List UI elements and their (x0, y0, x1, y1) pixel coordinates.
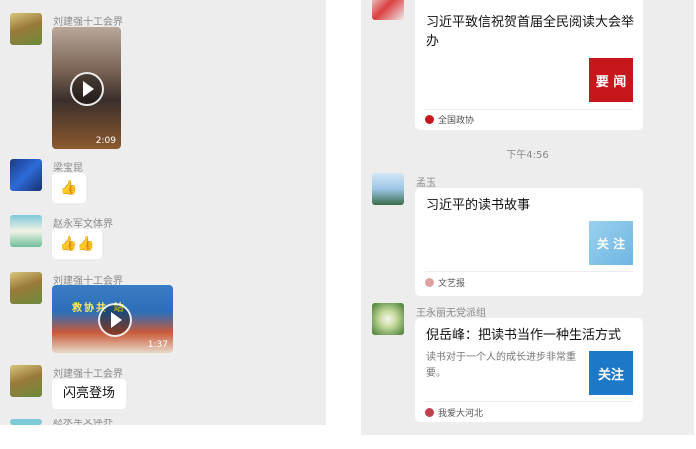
sender-name: 刘建强十工会界 (53, 17, 123, 28)
source-name: 全国政协 (438, 116, 475, 126)
sender-name: 赵永军文体界 (53, 419, 113, 425)
video-duration: 1:37 (147, 340, 168, 350)
card-divider (425, 401, 633, 402)
source-name: 我爱大河北 (438, 409, 484, 419)
chat-message: 赵永军文体界 👍👍 (0, 212, 326, 267)
card-divider (425, 109, 633, 110)
article-card[interactable]: 倪岳峰：把读书当作一种生活方式 读书对于一个人的成长进步非常重要。 关注 我爱大… (415, 318, 643, 422)
article-thumbnail: 关 注 (589, 221, 633, 265)
left-chat-panel: 刘建强十工会界 2:09 梁宝昆 👍 赵永军文体界 👍👍 刘建强十工会界 救协共… (0, 0, 326, 425)
chat-message: 刘建强十工会界 闪亮登场 (0, 362, 326, 412)
avatar[interactable] (10, 215, 42, 247)
thumbnail-text: 关 注 (596, 236, 626, 251)
sender-name: 王永丽无党派组 (416, 308, 486, 319)
sender-name: 赵永军文体界 (53, 219, 113, 230)
video-message[interactable]: 2:09 (52, 27, 121, 149)
thumbnail-text: 要 闻 (595, 74, 627, 90)
source-name: 文艺报 (438, 279, 466, 289)
avatar[interactable] (10, 272, 42, 304)
article-source: 全国政协 (425, 113, 474, 126)
play-icon[interactable] (98, 303, 132, 337)
avatar[interactable] (10, 419, 42, 425)
avatar[interactable] (372, 303, 404, 335)
article-source: 文艺报 (425, 276, 465, 289)
source-icon (425, 115, 434, 124)
sender-name: 孟玉 (416, 178, 436, 189)
source-icon (425, 408, 434, 417)
article-description: 读书对于一个人的成长进步非常重要。 (426, 352, 576, 379)
sender-name: 刘建强十工会界 (53, 369, 123, 380)
card-divider (425, 271, 633, 272)
play-icon[interactable] (70, 72, 104, 106)
article-card[interactable]: 习近平致信祝贺首届全民阅读大会举办 要 闻 全国政协 (415, 0, 643, 130)
article-title: 倪岳峰：把读书当作一种生活方式 (426, 328, 622, 343)
source-icon (425, 278, 434, 287)
emoji-bubble[interactable]: 👍 (52, 173, 86, 203)
timestamp: 下午4:56 (506, 150, 549, 161)
chat-message: 刘建强十工会界 救协共 站 1:37 (0, 269, 326, 359)
avatar[interactable] (372, 0, 404, 20)
avatar[interactable] (10, 365, 42, 397)
sender-name: 梁宝昆 (53, 163, 83, 174)
right-chat-panel: 习近平致信祝贺首届全民阅读大会举办 要 闻 全国政协 下午4:56 孟玉 习近平… (361, 0, 694, 435)
text-bubble[interactable]: 闪亮登场 (52, 379, 126, 409)
article-thumbnail: 关注 (589, 351, 633, 395)
thumbnail-text: 关注 (597, 367, 624, 383)
video-duration: 2:09 (95, 136, 116, 146)
article-title: 习近平致信祝贺首届全民阅读大会举办 (426, 15, 635, 49)
chat-message: 梁宝昆 👍 (0, 156, 326, 211)
article-thumbnail: 要 闻 (589, 58, 633, 102)
article-title: 习近平的读书故事 (426, 198, 531, 213)
avatar[interactable] (372, 173, 404, 205)
chat-message: 刘建强十工会界 2:09 (0, 0, 326, 160)
avatar[interactable] (10, 159, 42, 191)
video-message[interactable]: 救协共 站 1:37 (52, 285, 173, 353)
avatar[interactable] (10, 13, 42, 45)
emoji-bubble[interactable]: 👍👍 (52, 229, 102, 259)
article-source: 我爱大河北 (425, 406, 483, 419)
article-card[interactable]: 习近平的读书故事 关 注 文艺报 (415, 188, 643, 296)
